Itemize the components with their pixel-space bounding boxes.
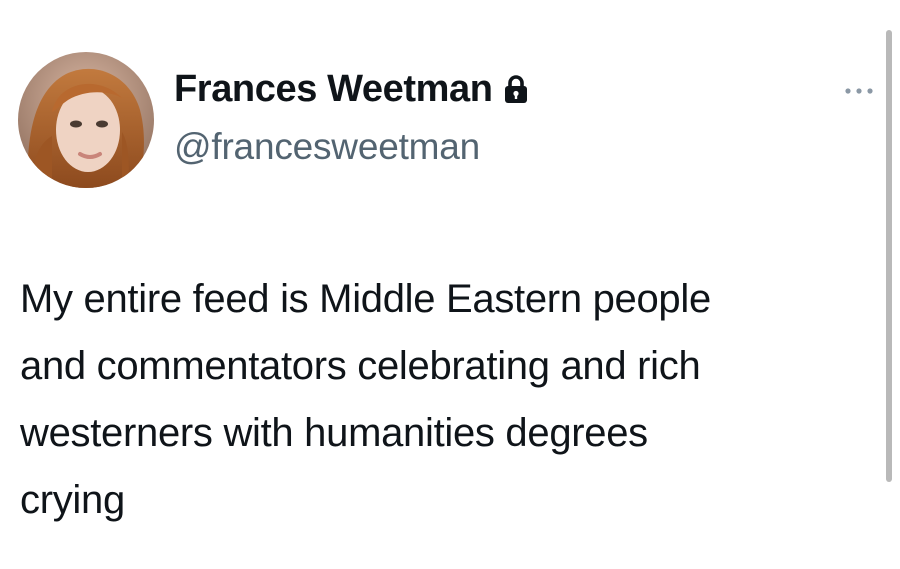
more-options-icon[interactable] <box>840 82 878 100</box>
author-name-row: Frances Weetman <box>174 70 529 108</box>
avatar-photo <box>18 52 154 188</box>
avatar[interactable] <box>18 52 154 188</box>
lock-icon <box>503 74 529 104</box>
author-display-name[interactable]: Frances Weetman <box>174 70 493 108</box>
scrollbar[interactable] <box>886 30 892 482</box>
author-handle[interactable]: @francesweetman <box>174 128 480 165</box>
tweet-card: Frances Weetman @francesweetman My entir… <box>0 0 900 569</box>
tweet-text: My entire feed is Middle Eastern people … <box>20 277 711 522</box>
